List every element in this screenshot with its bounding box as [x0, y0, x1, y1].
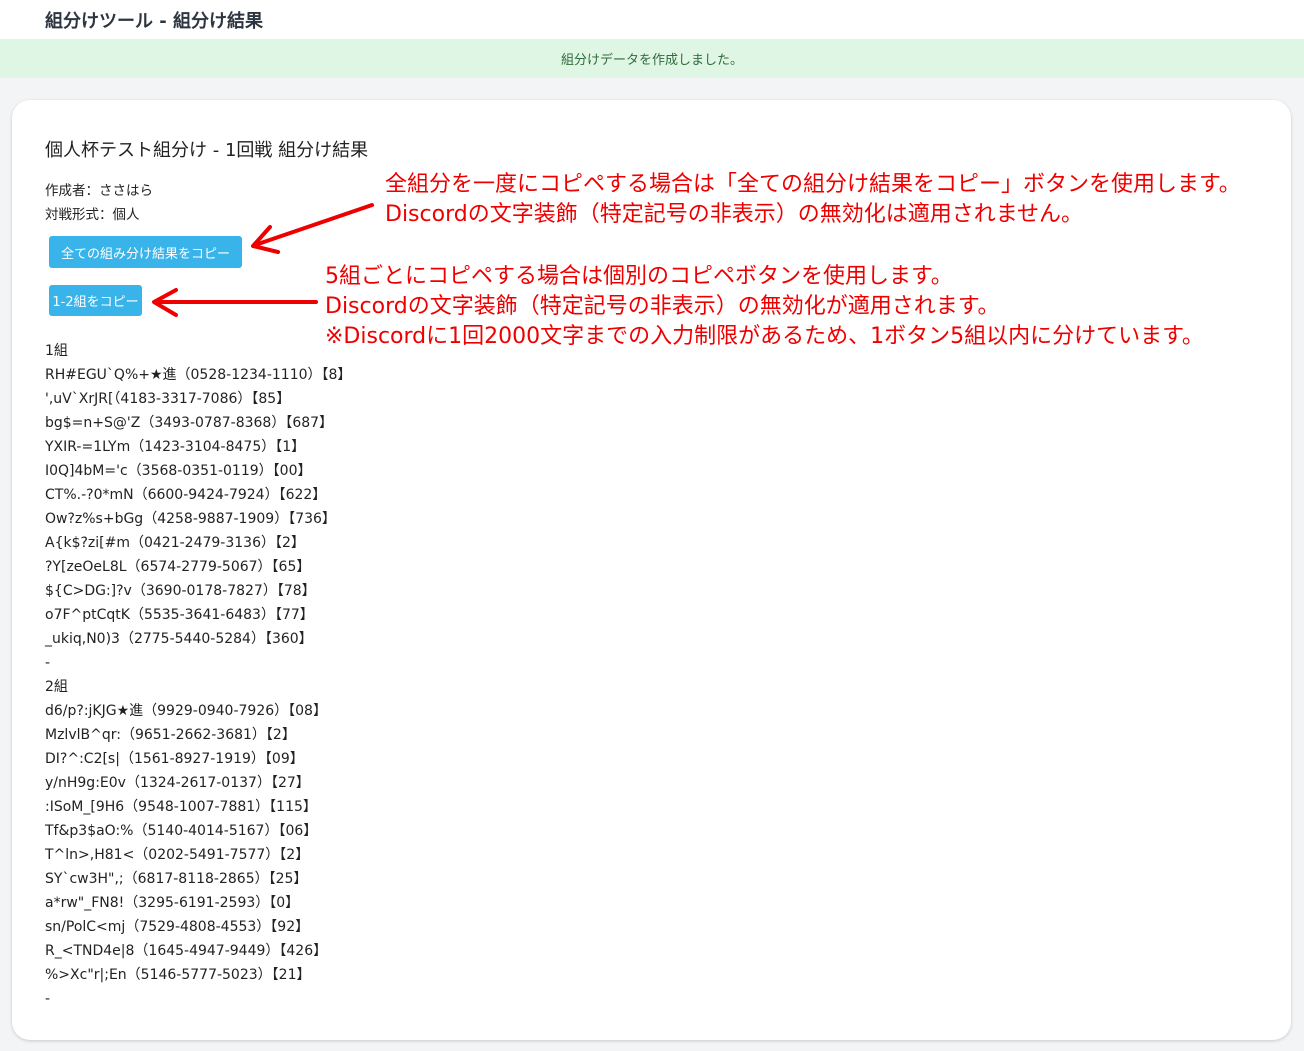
- arrow-to-copy-group-icon: [152, 288, 318, 317]
- arrow-to-copy-all-icon: [251, 203, 374, 254]
- annotation-arrows: [152, 203, 374, 317]
